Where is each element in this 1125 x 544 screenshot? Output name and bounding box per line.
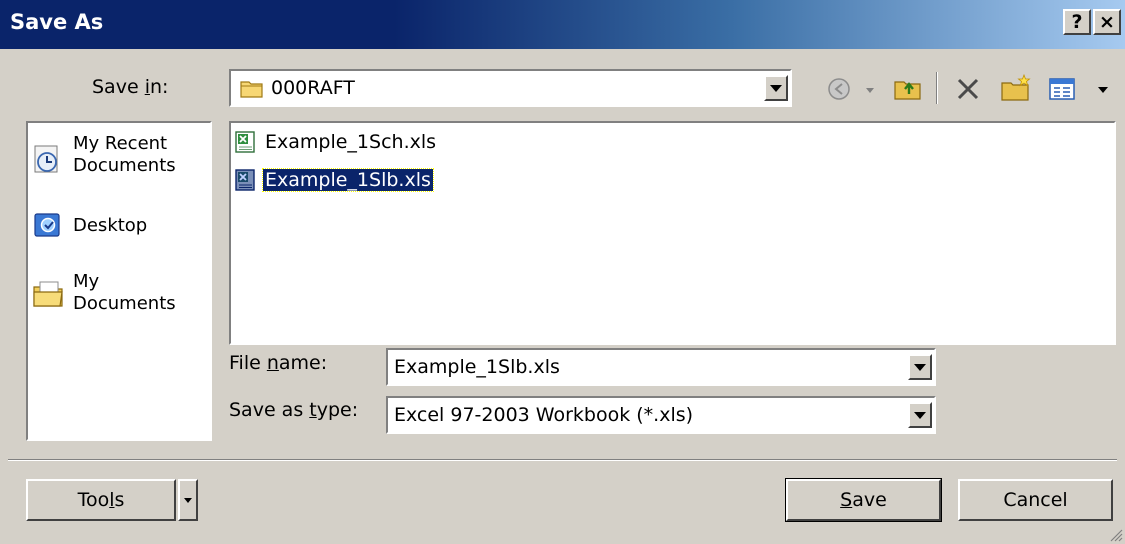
save-in-value: 000RAFT — [271, 77, 355, 99]
save-as-type-value: Excel 97-2003 Workbook (*.xls) — [394, 404, 694, 426]
tools-dropdown-button[interactable] — [178, 479, 198, 521]
place-label-line2: Documents — [73, 293, 176, 314]
place-desktop[interactable]: Desktop — [28, 207, 214, 243]
place-recent-documents[interactable]: My Recent Documents — [28, 131, 214, 185]
file-name-combobox[interactable]: Example_1Slb.xls — [386, 348, 936, 386]
place-label-line1: My Recent — [73, 133, 168, 154]
file-item-selected[interactable]: Example_1Slb.xls — [233, 167, 434, 193]
new-folder-icon[interactable] — [1000, 73, 1032, 103]
file-name: Example_1Sch.xls — [265, 131, 437, 153]
views-icon[interactable] — [1049, 77, 1075, 101]
toolbar-separator — [936, 72, 938, 104]
divider — [8, 459, 1117, 461]
my-documents-icon — [33, 281, 63, 307]
save-in-label: Save in: — [92, 76, 169, 98]
views-dropdown-icon[interactable] — [1098, 87, 1108, 93]
desktop-icon — [34, 213, 60, 237]
tools-button[interactable]: Too l s — [26, 479, 176, 521]
resize-grip[interactable] — [1107, 526, 1123, 542]
window-title: Save As — [10, 10, 104, 34]
close-button[interactable]: × — [1093, 9, 1121, 35]
back-icon[interactable] — [826, 76, 852, 102]
place-my-documents[interactable]: My Documents — [28, 269, 214, 325]
excel-file-icon — [235, 169, 255, 191]
delete-icon[interactable] — [955, 76, 981, 102]
file-name-dropdown-button[interactable] — [908, 354, 932, 380]
folder-icon — [240, 81, 263, 98]
help-button[interactable]: ? — [1063, 9, 1091, 35]
file-name: Example_1Slb.xls — [262, 168, 434, 192]
file-name-input[interactable]: Example_1Slb.xls — [394, 356, 560, 378]
place-label-line1: My — [73, 271, 100, 292]
save-in-dropdown[interactable]: 000RAFT — [229, 69, 792, 107]
up-folder-icon[interactable] — [893, 74, 923, 102]
places-bar: My Recent Documents Desktop My Documents — [26, 121, 212, 441]
file-name-label: File name: — [229, 352, 328, 374]
save-in-dropdown-button[interactable] — [764, 75, 788, 101]
recent-documents-icon — [34, 145, 58, 173]
place-label-line1: Desktop — [73, 215, 148, 236]
back-dropdown-icon[interactable] — [866, 88, 874, 93]
place-label-line2: Documents — [73, 155, 176, 176]
file-list[interactable]: Example_1Sch.xls Example_1Slb.xls — [229, 121, 1116, 345]
save-as-type-label: Save as type: — [229, 399, 359, 421]
file-item[interactable]: Example_1Sch.xls — [233, 129, 438, 155]
title-bar[interactable]: Save As ? × — [0, 0, 1125, 49]
save-button[interactable]: Save — [785, 478, 942, 522]
excel-file-icon — [235, 131, 255, 153]
save-as-type-dropdown-button[interactable] — [908, 402, 932, 428]
save-as-type-dropdown[interactable]: Excel 97-2003 Workbook (*.xls) — [386, 396, 936, 434]
cancel-button[interactable]: Cancel — [958, 479, 1113, 521]
